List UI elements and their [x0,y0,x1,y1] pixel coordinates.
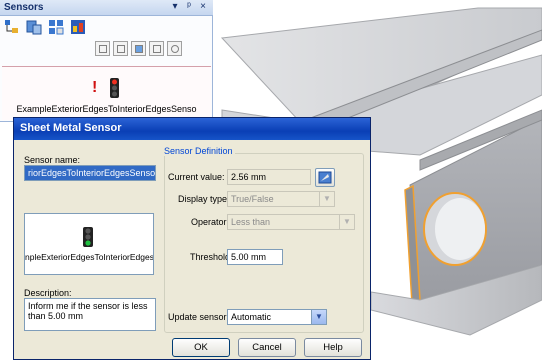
update-sensor-value: Automatic [231,312,272,322]
description-field[interactable]: Inform me if the sensor is less than 5.0… [24,298,156,331]
chevron-down-icon[interactable]: ▼ [311,310,326,324]
sensors-title-bar: Sensors ▾ ᵖ × [0,0,213,16]
help-button[interactable]: Help [304,338,362,357]
sensors-toolbar-primary [4,19,86,39]
traffic-light-icon [83,227,93,247]
current-value-label: Current value: [168,172,225,182]
measure-button[interactable] [315,168,335,187]
close-icon[interactable]: × [198,1,208,12]
sensor-tree-icon[interactable] [4,19,20,35]
display-type-value: True/False [231,194,274,204]
update-sensor-label: Update sensor: [168,312,230,322]
chevron-down-icon: ▼ [319,192,334,206]
sensor-name-field[interactable]: riorEdgesToInteriorEdgesSensor [24,165,156,181]
sensor-table-icon[interactable] [149,41,164,56]
sensor-calculator-icon[interactable] [131,41,146,56]
sensor-chart-icon[interactable] [70,19,86,35]
operator-label: Operator: [191,217,230,227]
sensors-panel: Sensors ▾ ᵖ × ! ExampleExteriorEdgesToIn… [0,0,213,122]
pin-icon[interactable]: ᵖ [184,1,194,12]
sensor-list-label: ExampleExteriorEdgesToInteriorEdgesSenso [16,104,197,114]
sensors-toolbar-secondary [95,41,182,59]
current-value-field: 2.56 mm [227,169,311,185]
cancel-button[interactable]: Cancel [238,338,296,357]
sensor-properties-icon[interactable] [113,41,128,56]
description-label: Description: [24,288,72,298]
panel-menu-icon[interactable]: ▾ [170,1,180,12]
chevron-down-icon: ▼ [339,215,354,229]
sensor-add-icon[interactable] [26,19,42,35]
sensor-image-caption: npleExteriorEdgesToInteriorEdges [25,252,153,262]
sensor-list-item[interactable]: ! ExampleExteriorEdgesToInteriorEdgesSen… [2,66,211,120]
dialog-title: Sheet Metal Sensor [20,122,122,134]
dialog-title-bar[interactable]: Sheet Metal Sensor [14,118,370,140]
sensor-grid-icon[interactable] [48,19,64,35]
warning-icon: ! [92,79,98,96]
sensor-definition-legend: Sensor Definition [162,146,235,156]
threshold-field[interactable]: 5.00 mm [227,249,283,265]
operator-value: Less than [231,217,271,227]
sensor-image-box: npleExteriorEdgesToInteriorEdges [24,213,154,275]
traffic-light-icon [110,78,119,98]
sensor-delete-icon[interactable] [167,41,182,56]
display-type-label: Display type: [178,194,230,204]
ok-button[interactable]: OK [172,338,230,357]
sheet-metal-sensor-dialog: Sheet Metal Sensor Sensor name: riorEdge… [13,117,371,360]
edit-sensor-icon[interactable] [95,41,110,56]
display-type-select: True/False ▼ [227,191,335,207]
sensor-name-label: Sensor name: [24,155,81,165]
sensors-title: Sensors [4,2,44,13]
calculator-icon [318,171,332,184]
operator-select: Less than ▼ [227,214,355,230]
update-sensor-select[interactable]: Automatic ▼ [227,309,327,325]
